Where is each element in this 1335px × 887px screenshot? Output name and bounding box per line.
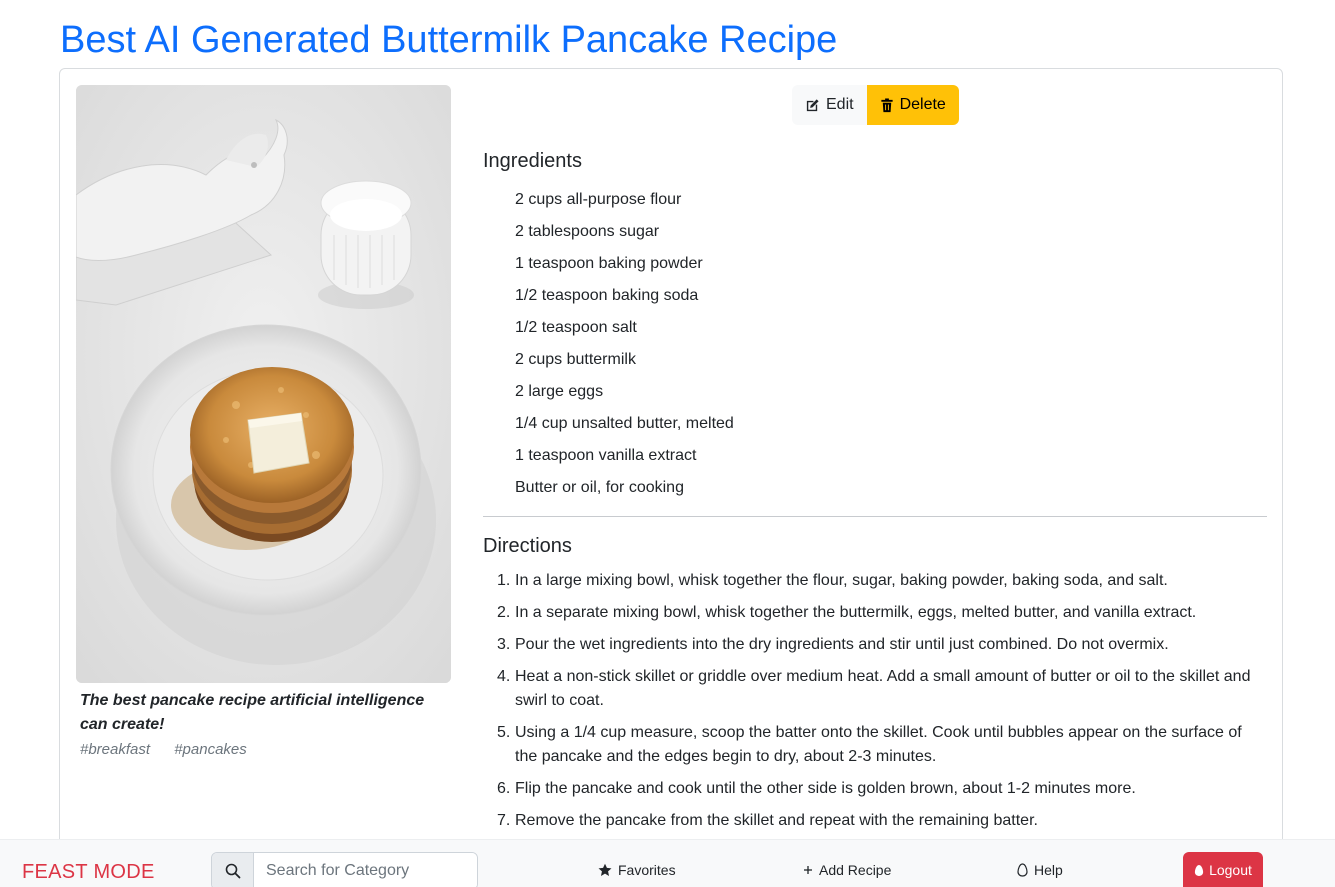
ingredients-heading: Ingredients: [483, 150, 582, 172]
recipe-actions: Edit Delete: [792, 85, 959, 125]
step-text: In a large mixing bowl, whisk together t…: [515, 572, 1168, 589]
logout-button-label: Logout: [1209, 862, 1252, 878]
direction-step: 4. Heat a non-stick skillet or griddle ov…: [497, 665, 1267, 713]
recipe-card: The best pancake recipe artificial intel…: [59, 68, 1283, 868]
egg-icon: [1017, 863, 1028, 877]
step-number: 4.: [497, 668, 511, 685]
page-title: Best AI Generated Buttermilk Pancake Rec…: [60, 19, 838, 61]
ingredient-item: 2 cups all-purpose flour: [515, 191, 682, 208]
direction-step: 2. In a separate mixing bowl, whisk toget…: [497, 601, 1267, 625]
step-number: 3.: [497, 636, 511, 653]
recipe-tags: #breakfast #pancakes: [76, 741, 452, 758]
step-number: 2.: [497, 604, 511, 621]
directions-list: 1. In a large mixing bowl, whisk together…: [497, 569, 1267, 841]
nav-favorites-label: Favorites: [618, 862, 676, 878]
brand-logo[interactable]: FEAST MODE: [22, 861, 155, 884]
egg-fill-icon: [1194, 864, 1204, 876]
directions-heading: Directions: [483, 535, 572, 557]
tag-pancakes[interactable]: #pancakes: [174, 741, 247, 758]
step-text: Remove the pancake from the skillet and …: [515, 812, 1038, 829]
ingredients-list: 2 cups all-purpose flour 2 tablespoons s…: [515, 184, 734, 504]
delete-button[interactable]: Delete: [866, 85, 959, 125]
step-number: 7.: [497, 812, 511, 829]
step-text: In a separate mixing bowl, whisk togethe…: [515, 604, 1197, 621]
ingredient-item: 1/2 teaspoon baking soda: [515, 287, 699, 304]
category-search: [211, 852, 478, 887]
step-text: Flip the pancake and cook until the othe…: [515, 780, 1136, 797]
ingredient-item: 1/4 cup unsalted butter, melted: [515, 415, 734, 432]
ingredient-item: 2 cups buttermilk: [515, 351, 636, 368]
star-icon: [598, 863, 612, 876]
section-divider: [483, 516, 1267, 517]
delete-button-label: Delete: [899, 96, 946, 113]
nav-help[interactable]: Help: [1017, 862, 1063, 878]
step-text: Using a 1/4 cup measure, scoop the batte…: [515, 724, 1242, 765]
step-text: Heat a non-stick skillet or griddle over…: [515, 668, 1251, 709]
edit-button-label: Edit: [826, 96, 854, 113]
ingredient-item: Butter or oil, for cooking: [515, 479, 684, 496]
nav-help-label: Help: [1034, 862, 1063, 878]
ingredient-item: 1/2 teaspoon salt: [515, 319, 637, 336]
recipe-caption: The best pancake recipe artificial intel…: [80, 692, 425, 733]
logout-button[interactable]: Logout: [1183, 852, 1263, 887]
search-input[interactable]: [254, 853, 477, 887]
direction-step: 7. Remove the pancake from the skillet an…: [497, 809, 1267, 833]
step-number: 1.: [497, 572, 511, 589]
edit-button[interactable]: Edit: [792, 85, 867, 125]
nav-favorites[interactable]: Favorites: [598, 862, 676, 878]
ingredient-item: 1 teaspoon baking powder: [515, 255, 703, 272]
pencil-square-icon: [806, 98, 819, 111]
recipe-photo: [76, 85, 451, 683]
step-number: 6.: [497, 780, 511, 797]
step-text: Pour the wet ingredients into the dry in…: [515, 636, 1169, 653]
direction-step: 3. Pour the wet ingredients into the dry …: [497, 633, 1267, 657]
tag-breakfast[interactable]: #breakfast: [80, 741, 150, 758]
nav-add-recipe-label: Add Recipe: [819, 862, 892, 878]
trash-icon: [880, 97, 893, 112]
recipe-media-column: The best pancake recipe artificial intel…: [76, 85, 452, 758]
step-number: 5.: [497, 724, 511, 741]
direction-step: 1. In a large mixing bowl, whisk together…: [497, 569, 1267, 593]
search-icon: [225, 863, 240, 879]
pancake-photo-illustration: [76, 85, 451, 683]
ingredient-item: 2 large eggs: [515, 383, 604, 400]
direction-step: 6. Flip the pancake and cook until the ot…: [497, 777, 1267, 801]
ingredient-item: 2 tablespoons sugar: [515, 223, 660, 240]
search-button[interactable]: [212, 853, 254, 887]
nav-add-recipe[interactable]: Add Recipe: [803, 862, 891, 878]
plus-icon: [804, 866, 812, 874]
direction-step: 5. Using a 1/4 cup measure, scoop the bat…: [497, 721, 1267, 769]
ingredient-item: 1 teaspoon vanilla extract: [515, 447, 697, 464]
bottom-navbar: FEAST MODE Favorites Add Recipe Help: [0, 839, 1335, 887]
